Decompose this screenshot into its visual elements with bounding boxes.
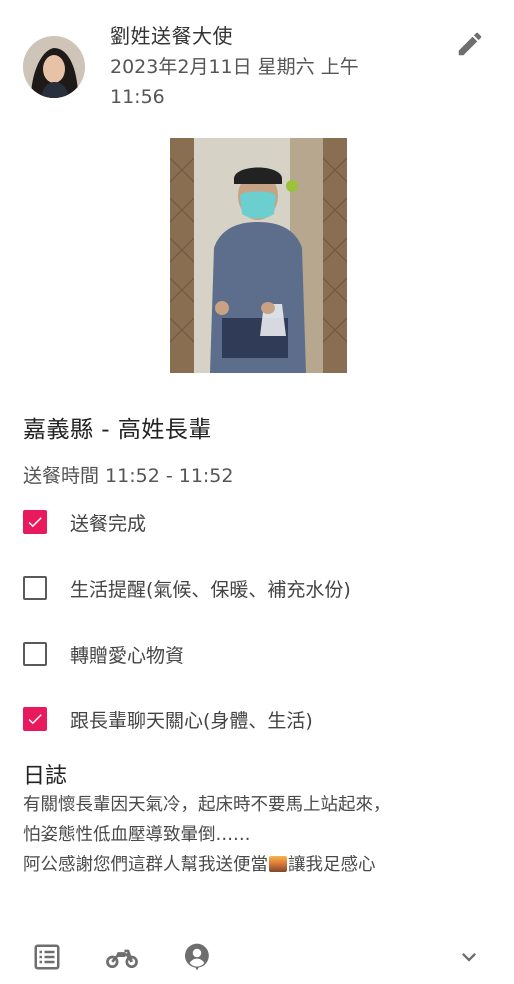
list-button[interactable] — [30, 940, 64, 974]
checklist-item-meal-delivered[interactable]: 送餐完成 — [23, 507, 146, 537]
checklist-item-life-reminder[interactable]: 生活提醒(氣候、保暖、補充水份) — [23, 573, 351, 603]
motorcycle-icon — [106, 949, 138, 969]
checklist-label: 生活提醒(氣候、保暖、補充水份) — [70, 578, 351, 601]
log-text: 有關懷長輩因天氣冷，起床時不要馬上站起來， 怕姿態性低血壓導致暈倒…… 阿公感謝… — [23, 790, 503, 880]
log-line: 怕姿態性低血壓導致暈倒…… — [23, 825, 251, 845]
recipient-location: 嘉義縣 - 高姓長輩 — [23, 417, 212, 443]
list-icon — [34, 944, 60, 970]
pencil-icon — [458, 32, 482, 56]
checklist-label: 送餐完成 — [70, 512, 147, 535]
log-line: 有關懷長輩因天氣冷，起床時不要馬上站起來， — [23, 795, 391, 815]
checkbox-checked-icon[interactable] — [23, 707, 47, 731]
checkbox-unchecked-icon[interactable] — [23, 576, 47, 600]
chevron-down-icon — [462, 953, 476, 962]
bottom-action-bar — [0, 930, 514, 984]
post-datetime: 2023年2月11日 星期六 上午 11:56 — [110, 52, 410, 112]
post-time: 11:56 — [110, 86, 165, 108]
author-avatar — [23, 36, 85, 98]
log-line-text: 阿公感謝您們這群人幫我送便當 — [23, 855, 268, 875]
delivery-photo[interactable] — [170, 138, 347, 373]
bento-emoji-icon — [269, 856, 287, 872]
checkbox-unchecked-icon[interactable] — [23, 642, 47, 666]
checklist-item-chat-care[interactable]: 跟長輩聊天關心(身體、生活) — [23, 704, 313, 734]
profile-button[interactable] — [180, 940, 214, 974]
checklist-item-donate-supplies[interactable]: 轉贈愛心物資 — [23, 639, 184, 669]
delivery-time-range: 送餐時間 11:52 - 11:52 — [23, 465, 234, 487]
checklist-label: 跟長輩聊天關心(身體、生活) — [70, 709, 313, 732]
post-date: 2023年2月11日 星期六 上午 — [110, 56, 359, 78]
person-pin-icon — [185, 943, 209, 971]
edit-button[interactable] — [452, 26, 488, 62]
author-name: 劉姓送餐大使 — [110, 24, 233, 48]
checklist-label: 轉贈愛心物資 — [70, 644, 185, 667]
log-line-text: 讓我足感心 — [288, 855, 376, 875]
expand-button[interactable] — [452, 940, 486, 974]
delivery-button[interactable] — [105, 940, 139, 974]
log-heading: 日誌 — [23, 764, 68, 789]
checkbox-checked-icon[interactable] — [23, 510, 47, 534]
log-line: 阿公感謝您們這群人幫我送便當 讓我足感心 — [23, 850, 503, 880]
